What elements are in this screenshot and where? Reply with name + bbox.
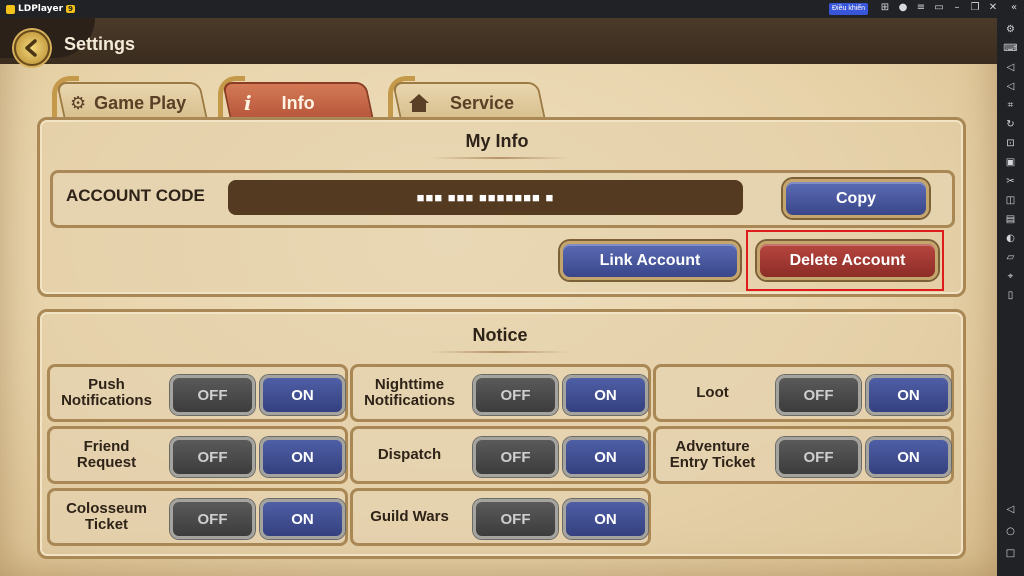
- screenshot-icon[interactable]: ⌗: [1003, 98, 1018, 113]
- tab-game-play-label: Game Play: [94, 92, 187, 113]
- game-screen: Settings ⚙ Game Play i Info Service My I…: [0, 18, 997, 576]
- highlight-box: [746, 230, 944, 291]
- my-info-heading: My Info: [465, 131, 529, 151]
- notice-heading: Notice: [472, 325, 528, 345]
- link-account-button[interactable]: Link Account: [560, 241, 740, 280]
- emulator-titlebar: LDPlayer 9 Điều khiển ⊞ ● ≡ ▭ – ❐ ✕ «: [0, 0, 1024, 18]
- keyboard-icon[interactable]: ⌨: [1003, 41, 1018, 56]
- scissors-icon[interactable]: ✂: [1003, 174, 1018, 189]
- notice-item-label: Adventure Entry Ticket: [669, 438, 756, 471]
- back-arrow-icon: [25, 39, 37, 57]
- on-toggle-button[interactable]: ON: [260, 437, 345, 477]
- tab-info-content[interactable]: i Info: [244, 90, 315, 116]
- heading-divider: [430, 351, 570, 353]
- account-code-field: ■■■ ■■■ ■■■■■■■ ■: [228, 180, 743, 215]
- off-toggle-button[interactable]: OFF: [170, 375, 255, 415]
- notice-item-label: Colosseum Ticket: [66, 500, 147, 533]
- off-toggle-button[interactable]: OFF: [473, 375, 558, 415]
- apk-icon[interactable]: ▣: [1003, 155, 1018, 170]
- menu-icon[interactable]: ≡: [914, 2, 928, 13]
- on-toggle-button[interactable]: ON: [866, 437, 951, 477]
- on-toggle-button[interactable]: ON: [563, 375, 648, 415]
- notice-item-label: Nighttime Notifications: [364, 376, 455, 409]
- off-toggle-button[interactable]: OFF: [776, 437, 861, 477]
- copy-button[interactable]: Copy: [783, 179, 929, 218]
- off-toggle-button[interactable]: OFF: [473, 499, 558, 539]
- keymapping-button[interactable]: Điều khiển: [829, 3, 869, 15]
- notice-item-colosseum-ticket: Colosseum Ticket OFF ON: [47, 488, 348, 546]
- on-toggle-button[interactable]: ON: [563, 499, 648, 539]
- notice-item-label: Dispatch: [377, 446, 442, 463]
- tab-service-label: Service: [450, 92, 515, 113]
- account-code-label: ACCOUNT CODE: [66, 186, 205, 205]
- ldplayer-logo-icon: [6, 4, 15, 14]
- page-title: Settings: [64, 34, 136, 54]
- emulator-sidebar: ⚙ ⌨ ◁ ◁ ⌗ ↻ ⊡ ▣ ✂ ◫ ▤ ◐ ▱ ⌖ ▯ ◁ ○ □: [997, 18, 1024, 576]
- on-toggle-button[interactable]: ON: [563, 437, 648, 477]
- shake-icon[interactable]: ▯: [1003, 288, 1018, 303]
- minimize-icon[interactable]: –: [950, 2, 964, 13]
- user-icon[interactable]: ●: [896, 2, 910, 13]
- notice-item-label: Push Notifications: [61, 376, 152, 409]
- script-icon[interactable]: ▤: [1003, 212, 1018, 227]
- folder-icon[interactable]: ▱: [1003, 250, 1018, 265]
- notice-item-friend-request: Friend Request OFF ON: [47, 426, 348, 484]
- notice-item-loot: Loot OFF ON: [653, 364, 954, 422]
- rotate-icon[interactable]: ↻: [1003, 117, 1018, 132]
- heading-divider: [430, 157, 570, 159]
- volume-down-icon[interactable]: ◁: [1003, 79, 1018, 94]
- home-icon: [409, 94, 429, 112]
- on-toggle-button[interactable]: ON: [260, 375, 345, 415]
- on-toggle-button[interactable]: ON: [866, 375, 951, 415]
- settings-icon[interactable]: ⚙: [1003, 22, 1018, 37]
- info-icon: i: [244, 91, 252, 115]
- notice-item-label: Guild Wars: [370, 508, 449, 525]
- android-back-icon[interactable]: ◁: [1003, 502, 1018, 517]
- off-toggle-button[interactable]: OFF: [776, 375, 861, 415]
- minimize-window-icon[interactable]: ▭: [932, 2, 946, 13]
- android-home-icon[interactable]: ○: [1003, 524, 1018, 539]
- off-toggle-button[interactable]: OFF: [170, 437, 255, 477]
- notice-item-push-notifications: Push Notifications OFF ON: [47, 364, 348, 422]
- notice-item-label: Loot: [696, 384, 729, 401]
- off-toggle-button[interactable]: OFF: [473, 437, 558, 477]
- version-badge: 9: [66, 5, 75, 13]
- location-icon[interactable]: ⌖: [1003, 269, 1018, 284]
- tab-game-play-content[interactable]: ⚙ Game Play: [70, 90, 186, 116]
- emulator-logo: LDPlayer 9: [6, 4, 75, 14]
- sync-icon[interactable]: ◐: [1003, 231, 1018, 246]
- account-code-value: ■■■ ■■■ ■■■■■■■ ■: [416, 190, 555, 205]
- volume-up-icon[interactable]: ◁: [1003, 60, 1018, 75]
- back-button[interactable]: [14, 30, 50, 66]
- notice-item-adventure-entry-ticket: Adventure Entry Ticket OFF ON: [653, 426, 954, 484]
- gear-icon: ⚙: [70, 92, 87, 114]
- settings-header: [0, 18, 997, 64]
- collapse-sidebar-icon[interactable]: «: [1007, 2, 1021, 13]
- notice-item-guild-wars: Guild Wars OFF ON: [350, 488, 651, 546]
- on-toggle-button[interactable]: ON: [260, 499, 345, 539]
- tab-info-label: Info: [281, 92, 315, 113]
- close-icon[interactable]: ✕: [986, 2, 1000, 13]
- gamepad-icon[interactable]: ⊞: [878, 2, 892, 13]
- tab-service-content[interactable]: Service: [408, 90, 514, 116]
- multi-instance-icon[interactable]: ◫: [1003, 193, 1018, 208]
- notice-item-label: Friend Request: [76, 438, 137, 471]
- restore-icon[interactable]: ❐: [968, 2, 982, 13]
- notice-item-dispatch: Dispatch OFF ON: [350, 426, 651, 484]
- record-icon[interactable]: ⊡: [1003, 136, 1018, 151]
- off-toggle-button[interactable]: OFF: [170, 499, 255, 539]
- android-recents-icon[interactable]: □: [1003, 546, 1018, 561]
- app-name: LDPlayer: [18, 4, 64, 14]
- notice-item-nighttime-notifications: Nighttime Notifications OFF ON: [350, 364, 651, 422]
